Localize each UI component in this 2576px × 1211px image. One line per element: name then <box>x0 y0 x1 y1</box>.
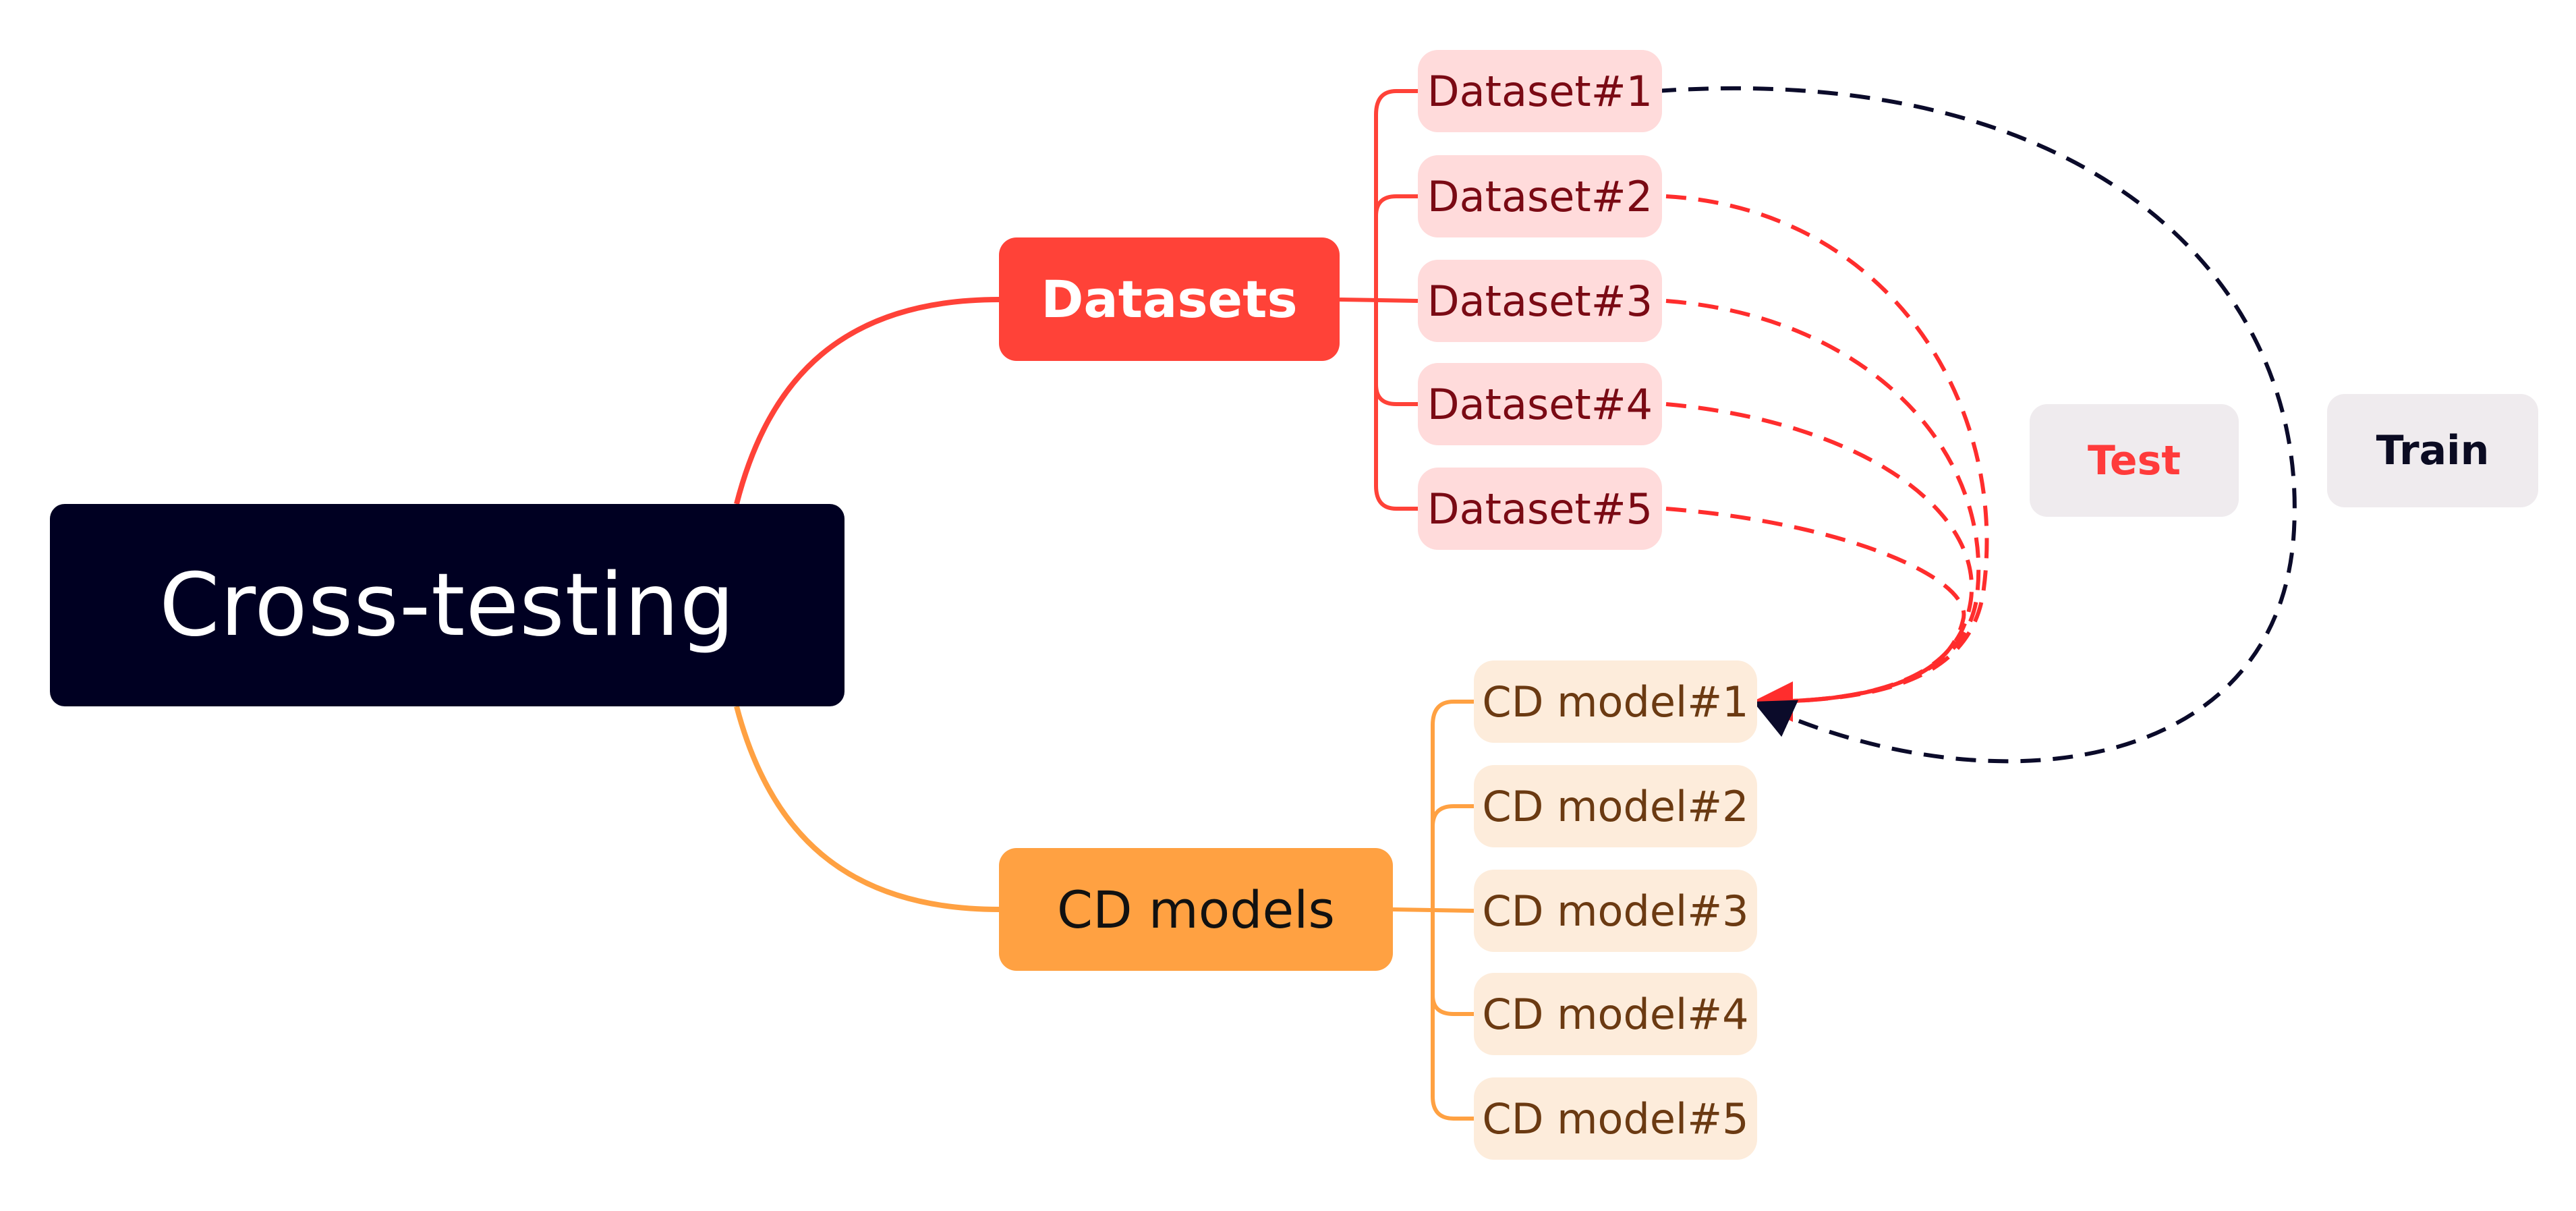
test-link-dataset-4 <box>1665 402 1974 704</box>
datasets-bracket <box>1339 89 1419 511</box>
dataset-node[interactable]: Dataset#3 <box>1418 260 1662 342</box>
test-relations <box>1665 194 1989 722</box>
cd-model-node[interactable]: CD model#2 <box>1474 765 1757 847</box>
legend-train-label: Train <box>2327 394 2538 507</box>
cd-model-node[interactable]: CD model#5 <box>1474 1077 1757 1160</box>
test-link-dataset-2 <box>1665 194 1989 722</box>
dataset-node[interactable]: Dataset#5 <box>1418 468 1662 550</box>
cd-models-branch-node[interactable]: CD models <box>999 848 1393 971</box>
root-to-models-link <box>734 705 1000 912</box>
dataset-node[interactable]: Dataset#4 <box>1418 363 1662 445</box>
datasets-branch-node[interactable]: Datasets <box>999 237 1340 361</box>
root-node[interactable]: Cross-testing <box>50 504 845 706</box>
test-link-dataset-3 <box>1665 299 1981 704</box>
legend-test-label: Test <box>2030 404 2239 517</box>
cd-model-node[interactable]: CD model#4 <box>1474 973 1757 1055</box>
mind-map-canvas: Cross-testing Datasets CD models Dataset… <box>0 0 2576 1211</box>
cd-model-node[interactable]: CD model#3 <box>1474 870 1757 952</box>
root-to-datasets-link <box>734 297 1000 505</box>
dataset-node[interactable]: Dataset#1 <box>1418 50 1662 132</box>
cd-model-node[interactable]: CD model#1 <box>1474 660 1757 743</box>
dataset-node[interactable]: Dataset#2 <box>1418 155 1662 237</box>
models-bracket <box>1392 700 1475 1121</box>
